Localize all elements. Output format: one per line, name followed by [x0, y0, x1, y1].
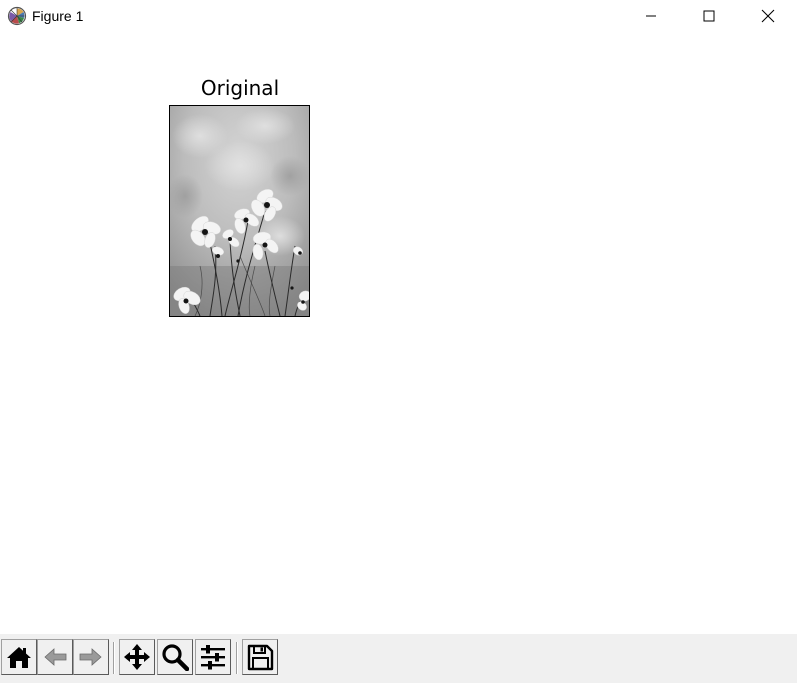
- minimize-button[interactable]: [622, 0, 680, 32]
- navigation-toolbar: [0, 634, 797, 683]
- flower-image: [170, 106, 309, 316]
- back-button[interactable]: [37, 639, 73, 675]
- zoom-icon: [162, 644, 189, 671]
- maximize-button[interactable]: [680, 0, 738, 32]
- toolbar-separator: [113, 642, 115, 674]
- save-icon: [247, 644, 274, 671]
- forward-arrow-icon: [79, 648, 102, 666]
- zoom-button[interactable]: [157, 639, 193, 675]
- maximize-icon: [703, 10, 715, 22]
- pan-icon: [124, 644, 150, 670]
- close-button[interactable]: [739, 0, 797, 32]
- window-title: Figure 1: [32, 8, 84, 24]
- pan-button[interactable]: [119, 639, 155, 675]
- image-axes[interactable]: [169, 105, 310, 317]
- axes-title: Original: [200, 76, 280, 100]
- figure-canvas[interactable]: Original: [0, 32, 797, 634]
- matplotlib-logo-icon: [7, 6, 27, 26]
- toolbar-separator: [236, 642, 238, 674]
- figure-window: Figure 1 Original: [0, 0, 797, 683]
- configure-subplots-icon: [201, 645, 225, 670]
- forward-button[interactable]: [73, 639, 109, 675]
- home-button[interactable]: [1, 639, 37, 675]
- minimize-icon: [646, 15, 656, 17]
- title-bar[interactable]: Figure 1: [0, 0, 797, 32]
- back-arrow-icon: [44, 648, 67, 666]
- home-icon: [7, 647, 31, 668]
- close-icon: [761, 9, 775, 23]
- configure-subplots-button[interactable]: [195, 639, 231, 675]
- save-button[interactable]: [242, 639, 278, 675]
